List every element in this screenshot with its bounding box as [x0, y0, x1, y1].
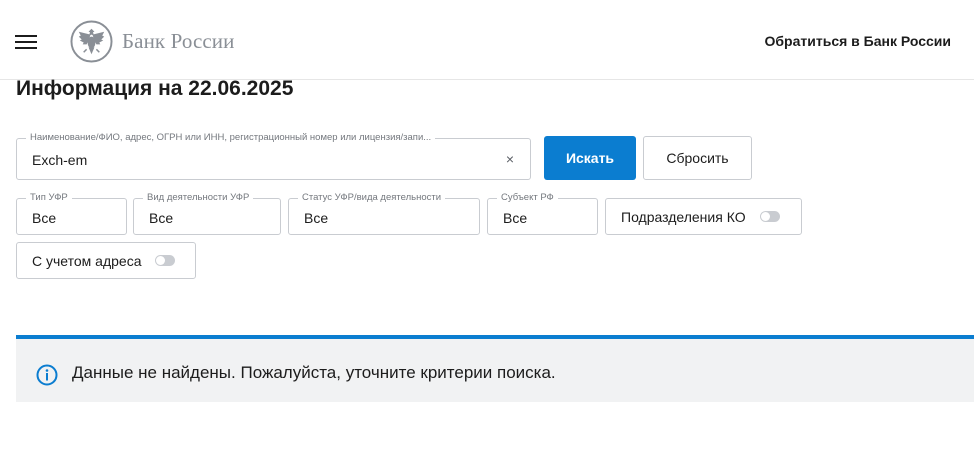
search-field[interactable]: Наименование/ФИО, адрес, ОГРН или ИНН, р…	[16, 132, 531, 180]
page-title: Информация на 22.06.2025	[16, 77, 294, 100]
search-button[interactable]: Искать	[544, 136, 636, 180]
select-activity-type[interactable]: Вид деятельности УФР Все	[133, 192, 281, 235]
toggle-credit-org-divisions[interactable]: Подразделения КО	[605, 198, 802, 235]
eagle-emblem-icon	[70, 20, 113, 63]
reset-button[interactable]: Сбросить	[643, 136, 752, 180]
bank-logo[interactable]: Банк России	[70, 20, 234, 63]
no-results-alert: Данные не найдены. Пожалуйста, уточните …	[16, 335, 974, 402]
search-field-label: Наименование/ФИО, адрес, ОГРН или ИНН, р…	[26, 132, 436, 144]
menu-icon[interactable]	[15, 35, 37, 49]
select-status-label: Статус УФР/вида деятельности	[298, 192, 446, 204]
select-region[interactable]: Субъект РФ Все	[487, 192, 598, 235]
select-region-label: Субъект РФ	[497, 192, 558, 204]
select-status[interactable]: Статус УФР/вида деятельности Все	[288, 192, 480, 235]
switch-knob	[156, 256, 166, 265]
toggle-with-address-label: С учетом адреса	[32, 252, 142, 269]
site-header: Банк России Обратиться в Банк России	[0, 0, 974, 80]
select-activity-type-value: Все	[149, 210, 174, 226]
select-status-value: Все	[304, 210, 329, 226]
logo-text: Банк России	[122, 29, 235, 53]
close-icon[interactable]: ×	[506, 151, 514, 167]
search-input[interactable]: Exch-em	[32, 152, 87, 168]
info-icon	[36, 364, 58, 386]
toggle-with-address[interactable]: С учетом адреса	[16, 242, 196, 279]
select-ufr-type-label: Тип УФР	[26, 192, 72, 204]
select-activity-type-label: Вид деятельности УФР	[143, 192, 254, 204]
select-region-value: Все	[503, 210, 528, 226]
toggle-credit-org-divisions-label: Подразделения КО	[621, 208, 746, 225]
select-ufr-type[interactable]: Тип УФР Все	[16, 192, 127, 235]
switch-credit-org-divisions[interactable]	[759, 211, 780, 222]
switch-with-address[interactable]	[155, 255, 176, 266]
alert-message: Данные не найдены. Пожалуйста, уточните …	[72, 363, 556, 382]
select-ufr-type-value: Все	[32, 210, 57, 226]
switch-knob	[760, 212, 770, 221]
contact-bank-link[interactable]: Обратиться в Банк России	[765, 33, 951, 49]
